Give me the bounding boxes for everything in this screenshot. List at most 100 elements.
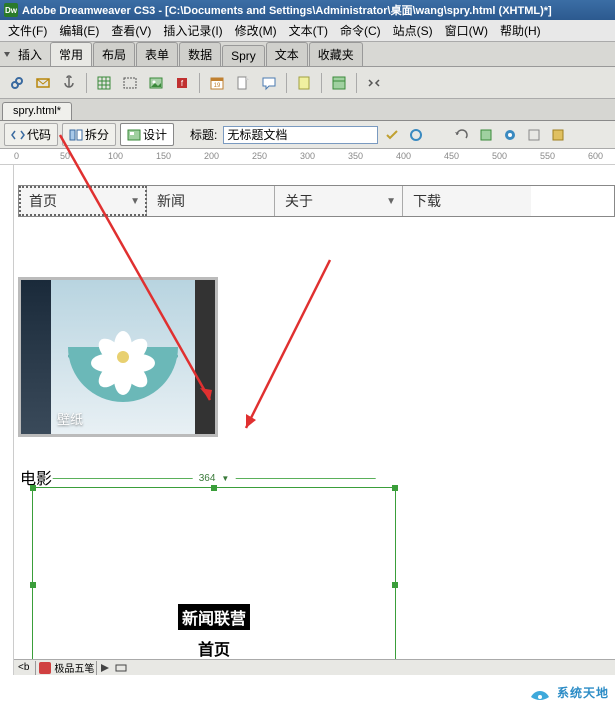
insert-toolbar: f 19 xyxy=(0,67,615,99)
design-icon xyxy=(127,128,141,142)
selected-heading[interactable]: 新闻联营 xyxy=(178,604,250,630)
ime-icon[interactable] xyxy=(38,661,52,675)
menu-file[interactable]: 文件(F) xyxy=(2,20,53,41)
hyperlink-icon[interactable] xyxy=(6,72,28,94)
browser-check-icon[interactable] xyxy=(406,125,426,145)
code-icon xyxy=(11,128,25,142)
resize-handle[interactable] xyxy=(30,485,36,491)
server-include-icon[interactable] xyxy=(232,72,254,94)
separator xyxy=(286,73,287,93)
menu-edit[interactable]: 编辑(E) xyxy=(53,20,105,41)
tab-layout[interactable]: 布局 xyxy=(93,42,135,66)
page-label[interactable]: 首页 xyxy=(198,636,230,660)
split-icon xyxy=(69,128,83,142)
check-icon[interactable] xyxy=(382,125,402,145)
refresh-icon[interactable] xyxy=(452,125,472,145)
document-toolbar: 代码 拆分 设计 标题: xyxy=(0,121,615,149)
spry-news-label: 新闻 xyxy=(157,191,185,211)
split-view-button[interactable]: 拆分 xyxy=(62,123,116,146)
menu-view[interactable]: 查看(V) xyxy=(105,20,157,41)
titlebar: Dw Adobe Dreamweaver CS3 - [C:\Documents… xyxy=(0,0,615,20)
spry-menuitem-home[interactable]: 首页▼ xyxy=(19,186,147,216)
design-view-button[interactable]: 设计 xyxy=(120,123,174,146)
menu-insert[interactable]: 插入记录(I) xyxy=(157,20,228,41)
menu-window[interactable]: 窗口(W) xyxy=(439,20,494,41)
keyboard-icon[interactable] xyxy=(115,662,127,674)
chevron-down-icon: ▼ xyxy=(386,196,396,207)
canvas[interactable]: 首页▼ 新闻 关于▼ 下载 xyxy=(14,165,615,675)
code-view-button[interactable]: 代码 xyxy=(4,123,58,146)
watermark-logo-icon xyxy=(527,679,553,705)
resize-handle[interactable] xyxy=(30,582,36,588)
tab-text[interactable]: 文本 xyxy=(266,42,308,66)
title-input[interactable] xyxy=(223,126,378,144)
titlebar-text: Adobe Dreamweaver CS3 - [C:\Documents an… xyxy=(22,2,552,18)
insert-collapse-icon[interactable] xyxy=(2,49,12,59)
resize-handle[interactable] xyxy=(392,582,398,588)
spry-menuitem-news[interactable]: 新闻 xyxy=(147,186,275,216)
thumb-decoration xyxy=(195,280,215,434)
title-label: 标题: xyxy=(190,126,217,143)
script-icon[interactable] xyxy=(293,72,315,94)
spry-home-label: 首页 xyxy=(29,191,57,211)
separator xyxy=(356,73,357,93)
options-icon[interactable] xyxy=(524,125,544,145)
anchor-icon[interactable] xyxy=(58,72,80,94)
ruler-tick-100: 100 xyxy=(108,151,123,161)
menu-site[interactable]: 站点(S) xyxy=(387,20,439,41)
document-tab-spry[interactable]: spry.html* xyxy=(2,102,72,120)
tab-spry[interactable]: Spry xyxy=(222,45,265,66)
menu-commands[interactable]: 命令(C) xyxy=(334,20,387,41)
resize-handle[interactable] xyxy=(392,485,398,491)
menu-help[interactable]: 帮助(H) xyxy=(494,20,547,41)
separator xyxy=(321,73,322,93)
visual-aids-icon[interactable] xyxy=(548,125,568,145)
ruler-tick-250: 250 xyxy=(252,151,267,161)
tag-selector[interactable]: <b xyxy=(14,662,33,673)
spry-about-label: 关于 xyxy=(285,191,313,211)
menu-modify[interactable]: 修改(M) xyxy=(229,20,283,41)
tab-form[interactable]: 表单 xyxy=(136,42,178,66)
thumb-decoration xyxy=(21,280,51,434)
spry-menuitem-about[interactable]: 关于 ▼ xyxy=(275,186,403,216)
tag-chooser-icon[interactable] xyxy=(363,72,385,94)
preview-icon[interactable] xyxy=(500,125,520,145)
separator xyxy=(199,73,200,93)
ruler-tick-350: 350 xyxy=(348,151,363,161)
spry-download-label: 下载 xyxy=(413,191,441,211)
tab-data[interactable]: 数据 xyxy=(179,42,221,66)
menu-text[interactable]: 文本(T) xyxy=(283,20,334,41)
menubar: 文件(F) 编辑(E) 查看(V) 插入记录(I) 修改(M) 文本(T) 命令… xyxy=(0,20,615,42)
div-icon[interactable] xyxy=(119,72,141,94)
email-link-icon[interactable] xyxy=(32,72,54,94)
ruler-tick-550: 550 xyxy=(540,151,555,161)
watermark: 系统天地 xyxy=(527,679,609,705)
tab-common[interactable]: 常用 xyxy=(50,42,92,66)
svg-text:19: 19 xyxy=(214,83,221,89)
image-icon[interactable] xyxy=(145,72,167,94)
selection-width-indicator: 364 ▼ xyxy=(53,473,376,484)
chevron-down-icon: ▼ xyxy=(221,474,229,483)
ruler-horizontal: 0 50 100 150 200 250 300 350 400 450 500… xyxy=(0,149,615,165)
table-icon[interactable] xyxy=(93,72,115,94)
tab-favorite[interactable]: 收藏夹 xyxy=(309,42,363,66)
template-icon[interactable] xyxy=(328,72,350,94)
selected-div[interactable]: 364 ▼ 新闻联营 首页 xyxy=(32,487,396,675)
thumbnail-wallpaper[interactable]: 壁纸 xyxy=(18,277,615,437)
ruler-tick-200: 200 xyxy=(204,151,219,161)
insert-label: 插入 xyxy=(14,46,46,63)
spry-menubar[interactable]: 首页▼ 新闻 关于 ▼ 下载 xyxy=(18,185,615,217)
date-icon[interactable]: 19 xyxy=(206,72,228,94)
design-workspace: 首页▼ 新闻 关于▼ 下载 xyxy=(0,165,615,675)
thumb-caption: 壁纸 xyxy=(57,409,83,428)
design-view-label: 设计 xyxy=(143,126,167,143)
ruler-tick-0: 0 xyxy=(14,151,19,161)
spry-menuitem-download[interactable]: 下载 xyxy=(403,186,531,216)
resize-handle[interactable] xyxy=(211,485,217,491)
insert-panel-tabs: 插入 常用 布局 表单 数据 Spry 文本 收藏夹 xyxy=(0,42,615,67)
play-icon[interactable] xyxy=(99,662,111,674)
code-view-label: 代码 xyxy=(27,126,51,143)
media-icon[interactable]: f xyxy=(171,72,193,94)
file-mgmt-icon[interactable] xyxy=(476,125,496,145)
comment-icon[interactable] xyxy=(258,72,280,94)
